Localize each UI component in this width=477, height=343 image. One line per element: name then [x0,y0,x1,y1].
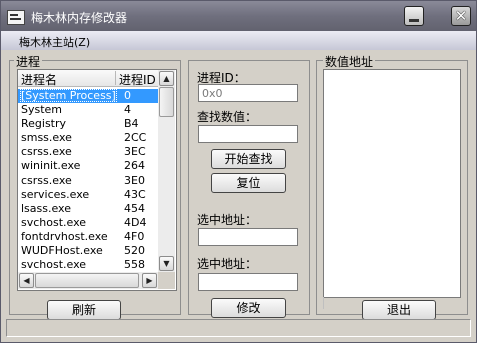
vertical-scroll-thumb[interactable] [159,87,174,117]
table-row[interactable]: svchost.exe 558 [18,258,158,272]
status-bar [6,319,471,337]
arrow-down-icon: ▼ [163,259,170,268]
table-row[interactable]: [System Process] 0 [18,89,158,104]
column-header-process-id[interactable]: 进程ID [119,71,156,88]
value-address-legend: 数值地址 [323,53,376,70]
process-name-cell: System [21,103,63,117]
app-window-icon [7,10,25,25]
process-list[interactable]: 进程名 进程ID [System Process] 0 System 4 Registr… [17,69,177,291]
table-row[interactable]: wininit.exe 264 [18,159,158,173]
scroll-left-button[interactable]: ◀ [19,273,34,288]
reset-button[interactable]: 复位 [211,173,286,193]
process-name-cell: csrss.exe [21,173,72,187]
table-row[interactable]: smss.exe 2CC [18,131,158,145]
process-id-cell: 4 [124,103,131,117]
process-id-field[interactable]: 0x0 [198,84,298,102]
table-row[interactable]: lsass.exe 454 [18,202,158,216]
app-window: 梅木林内存修改器 ✕ 梅木林主站(Z) 进程 进程名 进程ID [System … [0,0,477,343]
window-title: 梅木林内存修改器 [31,11,128,25]
menu-item-home-site[interactable]: 梅木林主站(Z) [19,34,90,50]
process-name-cell: Registry [21,117,67,131]
process-id-cell: 2CC [124,131,147,145]
selected-address-field-2[interactable] [198,273,298,291]
modify-button[interactable]: 修改 [211,298,286,318]
start-search-button[interactable]: 开始查找 [211,149,286,169]
process-name-cell: WUDFHost.exe [21,244,103,258]
minimize-icon [409,19,419,22]
column-header-process-name[interactable]: 进程名 [21,71,57,88]
horizontal-scroll-thumb[interactable] [35,273,139,288]
table-row[interactable]: csrss.exe 3E0 [18,174,158,188]
process-name-cell: [System Process] [20,89,117,102]
process-id-cell: 3EC [124,145,146,159]
selected-address-label-1: 选中地址： [197,213,258,227]
vertical-scrollbar[interactable]: ▲ ▼ [158,70,175,272]
table-row[interactable]: System 4 [18,103,158,117]
process-id-cell: B4 [124,117,139,131]
horizontal-scrollbar[interactable]: ◀ ▶ [18,272,158,289]
table-row[interactable]: svchost.exe 4D4 [18,216,158,230]
process-name-cell: fontdrvhost.exe [21,229,108,243]
menu-bar: 梅木林主站(Z) [1,31,476,50]
process-id-cell: 4D4 [124,215,147,229]
scrollbar-corner [158,272,175,289]
scroll-down-button[interactable]: ▼ [159,256,174,271]
arrow-left-icon: ◀ [23,276,30,285]
arrow-right-icon: ▶ [146,276,153,285]
process-name-cell: services.exe [21,187,90,201]
table-row[interactable]: csrss.exe 3EC [18,145,158,159]
process-name-cell: wininit.exe [21,159,81,173]
value-list-edge [323,297,324,309]
arrow-up-icon: ▲ [163,74,170,83]
value-address-list[interactable] [323,69,461,298]
process-group-legend: 进程 [14,53,43,70]
process-id-cell: 520 [124,244,145,258]
close-icon: ✕ [454,7,468,25]
process-id-cell: 454 [124,201,145,215]
exit-button[interactable]: 退出 [362,300,436,320]
selected-address-field-1[interactable] [198,228,298,246]
process-list-header: 进程名 进程ID [18,70,158,87]
scroll-up-button[interactable]: ▲ [159,71,174,86]
process-name-cell: smss.exe [21,131,72,145]
process-id-cell: 43C [124,187,146,201]
refresh-button[interactable]: 刷新 [47,300,121,320]
process-id-cell: 3E0 [124,173,145,187]
title-bar[interactable]: 梅木林内存修改器 ✕ [1,1,476,31]
process-name-cell: svchost.exe [21,215,87,229]
close-button[interactable]: ✕ [451,6,471,26]
minimize-button[interactable] [404,6,424,26]
process-id-cell: 558 [124,258,145,272]
search-value-label: 查找数值： [197,110,258,124]
table-row[interactable]: fontdrvhost.exe 4F0 [18,230,158,244]
search-value-field[interactable] [198,125,298,143]
process-name-cell: lsass.exe [21,201,71,215]
table-row[interactable]: WUDFHost.exe 520 [18,244,158,258]
process-name-cell: csrss.exe [21,145,72,159]
process-id-cell: 0 [124,89,131,102]
selected-address-label-2: 选中地址： [197,257,258,271]
process-name-cell: svchost.exe [21,258,87,272]
column-divider[interactable] [115,71,116,85]
table-row[interactable]: services.exe 43C [18,188,158,202]
process-rows: [System Process] 0 System 4 Registry B4 smss.e… [18,89,158,286]
table-row[interactable]: Registry B4 [18,117,158,131]
process-id-cell: 264 [124,159,145,173]
scroll-right-button[interactable]: ▶ [142,273,157,288]
process-id-cell: 4F0 [124,229,145,243]
